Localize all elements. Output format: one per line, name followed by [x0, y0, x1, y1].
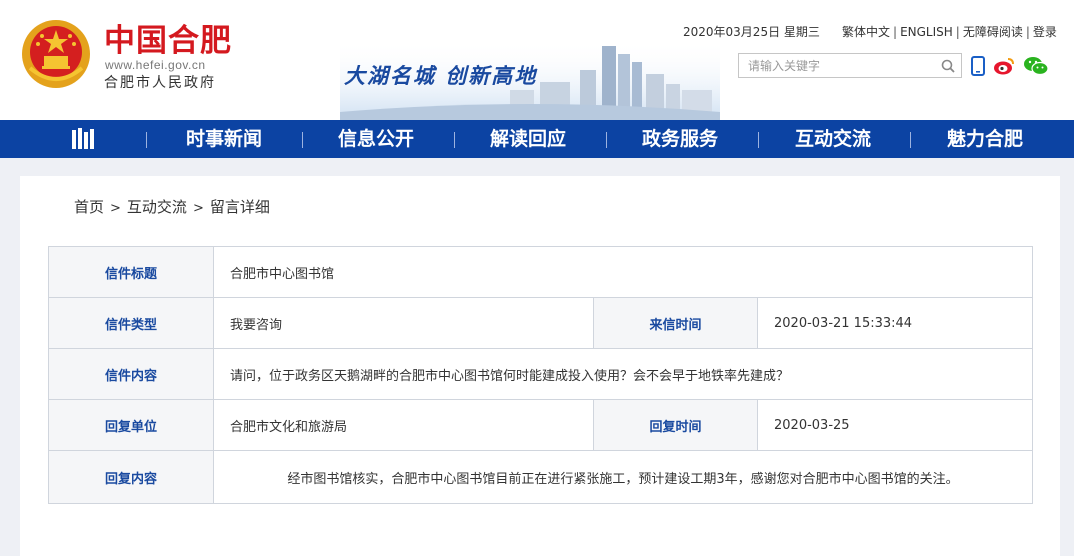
content-panel: 首页 > 互动交流 > 留言详细 信件标题 合肥市中心图书馆 信件类型 我要咨询 来信时…: [20, 176, 1060, 556]
nav-item-gov-services[interactable]: 政务服务: [610, 120, 750, 158]
mobile-icon[interactable]: [967, 55, 989, 77]
home-icon[interactable]: [70, 127, 98, 151]
wechat-icon[interactable]: [1023, 55, 1049, 77]
table-row: 回复单位 合肥市文化和旅游局 回复时间 2020-03-25: [49, 400, 1032, 451]
nav-item-news[interactable]: 时事新闻: [150, 120, 298, 158]
reply-content-value: 经市图书馆核实，合肥市中心图书馆目前正在进行紧张施工，预计建设工期3年，感谢您对…: [287, 471, 959, 487]
national-emblem-icon[interactable]: [20, 18, 92, 90]
breadcrumb-separator: >: [110, 201, 121, 216]
site-slogan: 大湖名城 创新高地: [344, 63, 538, 88]
link-accessible-reading[interactable]: 无障碍阅读: [963, 25, 1023, 39]
current-date: 2020年03月25日 星期三: [683, 25, 820, 39]
site-logo-url: www.hefei.gov.cn: [105, 58, 206, 72]
search-icon: [941, 59, 955, 73]
site-logo-title[interactable]: 中国合肥: [104, 24, 232, 58]
reply-time-value: 2020-03-25: [774, 417, 850, 433]
link-traditional-chinese[interactable]: 繁体中文: [842, 25, 890, 39]
search-button[interactable]: [935, 54, 961, 77]
table-row: 信件类型 我要咨询 来信时间 2020-03-21 15:33:44: [49, 298, 1032, 349]
nav-divider: [454, 132, 455, 148]
table-row: 信件标题 合肥市中心图书馆: [49, 247, 1032, 298]
letter-content-label: 信件内容: [49, 349, 214, 399]
main-nav: 时事新闻 信息公开 解读回应 政务服务 互动交流 魅力合肥: [0, 120, 1074, 158]
breadcrumb-interaction[interactable]: 互动交流: [127, 198, 187, 216]
site-logo-subtitle: 合肥市人民政府: [104, 75, 216, 91]
letter-detail-table: 信件标题 合肥市中心图书馆 信件类型 我要咨询 来信时间 2020-03-21 …: [48, 246, 1033, 504]
link-login[interactable]: 登录: [1033, 25, 1057, 39]
breadcrumb-current: 留言详细: [209, 198, 270, 216]
reply-time-label: 回复时间: [593, 400, 758, 450]
letter-time-value: 2020-03-21 15:33:44: [774, 315, 913, 331]
letter-type-label: 信件类型: [49, 298, 214, 348]
reply-content-label: 回复内容: [49, 451, 214, 503]
nav-item-interpretation[interactable]: 解读回应: [458, 120, 598, 158]
search-box: [738, 53, 962, 78]
nav-divider: [910, 132, 911, 148]
letter-time-label: 来信时间: [593, 298, 758, 348]
divider: |: [955, 25, 960, 39]
reply-unit-value: 合肥市文化和旅游局: [230, 419, 348, 435]
reply-unit-label: 回复单位: [49, 400, 214, 450]
letter-title-label: 信件标题: [49, 247, 214, 297]
breadcrumb: 首页 > 互动交流 > 留言详细: [74, 196, 270, 217]
nav-divider: [606, 132, 607, 148]
search-input[interactable]: [739, 54, 935, 77]
nav-divider: [302, 132, 303, 148]
breadcrumb-separator: >: [192, 201, 204, 216]
nav-divider: [758, 132, 759, 148]
divider: |: [893, 25, 898, 39]
nav-item-info-disclosure[interactable]: 信息公开: [306, 120, 446, 158]
letter-title-value: 合肥市中心图书馆: [230, 266, 335, 282]
nav-item-interaction[interactable]: 互动交流: [762, 120, 904, 158]
letter-content-value: 请问，位于政务区天鹅湖畔的合肥市中心图书馆何时能建成投入使用？会不会早于地铁率先…: [230, 368, 790, 384]
link-english[interactable]: ENGLISH: [900, 25, 953, 39]
weibo-icon[interactable]: [993, 55, 1015, 77]
breadcrumb-home[interactable]: 首页: [74, 198, 104, 216]
nav-divider: [146, 132, 147, 148]
letter-type-value: 我要咨询: [230, 317, 283, 333]
table-row: 回复内容 经市图书馆核实，合肥市中心图书馆目前正在进行紧张施工，预计建设工期3年…: [49, 451, 1032, 503]
site-header: 中国合肥 www.hefei.gov.cn 合肥市人民政府 大湖名城 创新高地 …: [0, 0, 1074, 120]
table-row: 信件内容 请问，位于政务区天鹅湖畔的合肥市中心图书馆何时能建成投入使用？会不会早…: [49, 349, 1032, 400]
top-links: 繁体中文 | ENGLISH | 无障碍阅读 | 登录: [842, 23, 1057, 40]
divider: |: [1025, 25, 1030, 39]
nav-item-charming-hefei[interactable]: 魅力合肥: [914, 120, 1056, 158]
